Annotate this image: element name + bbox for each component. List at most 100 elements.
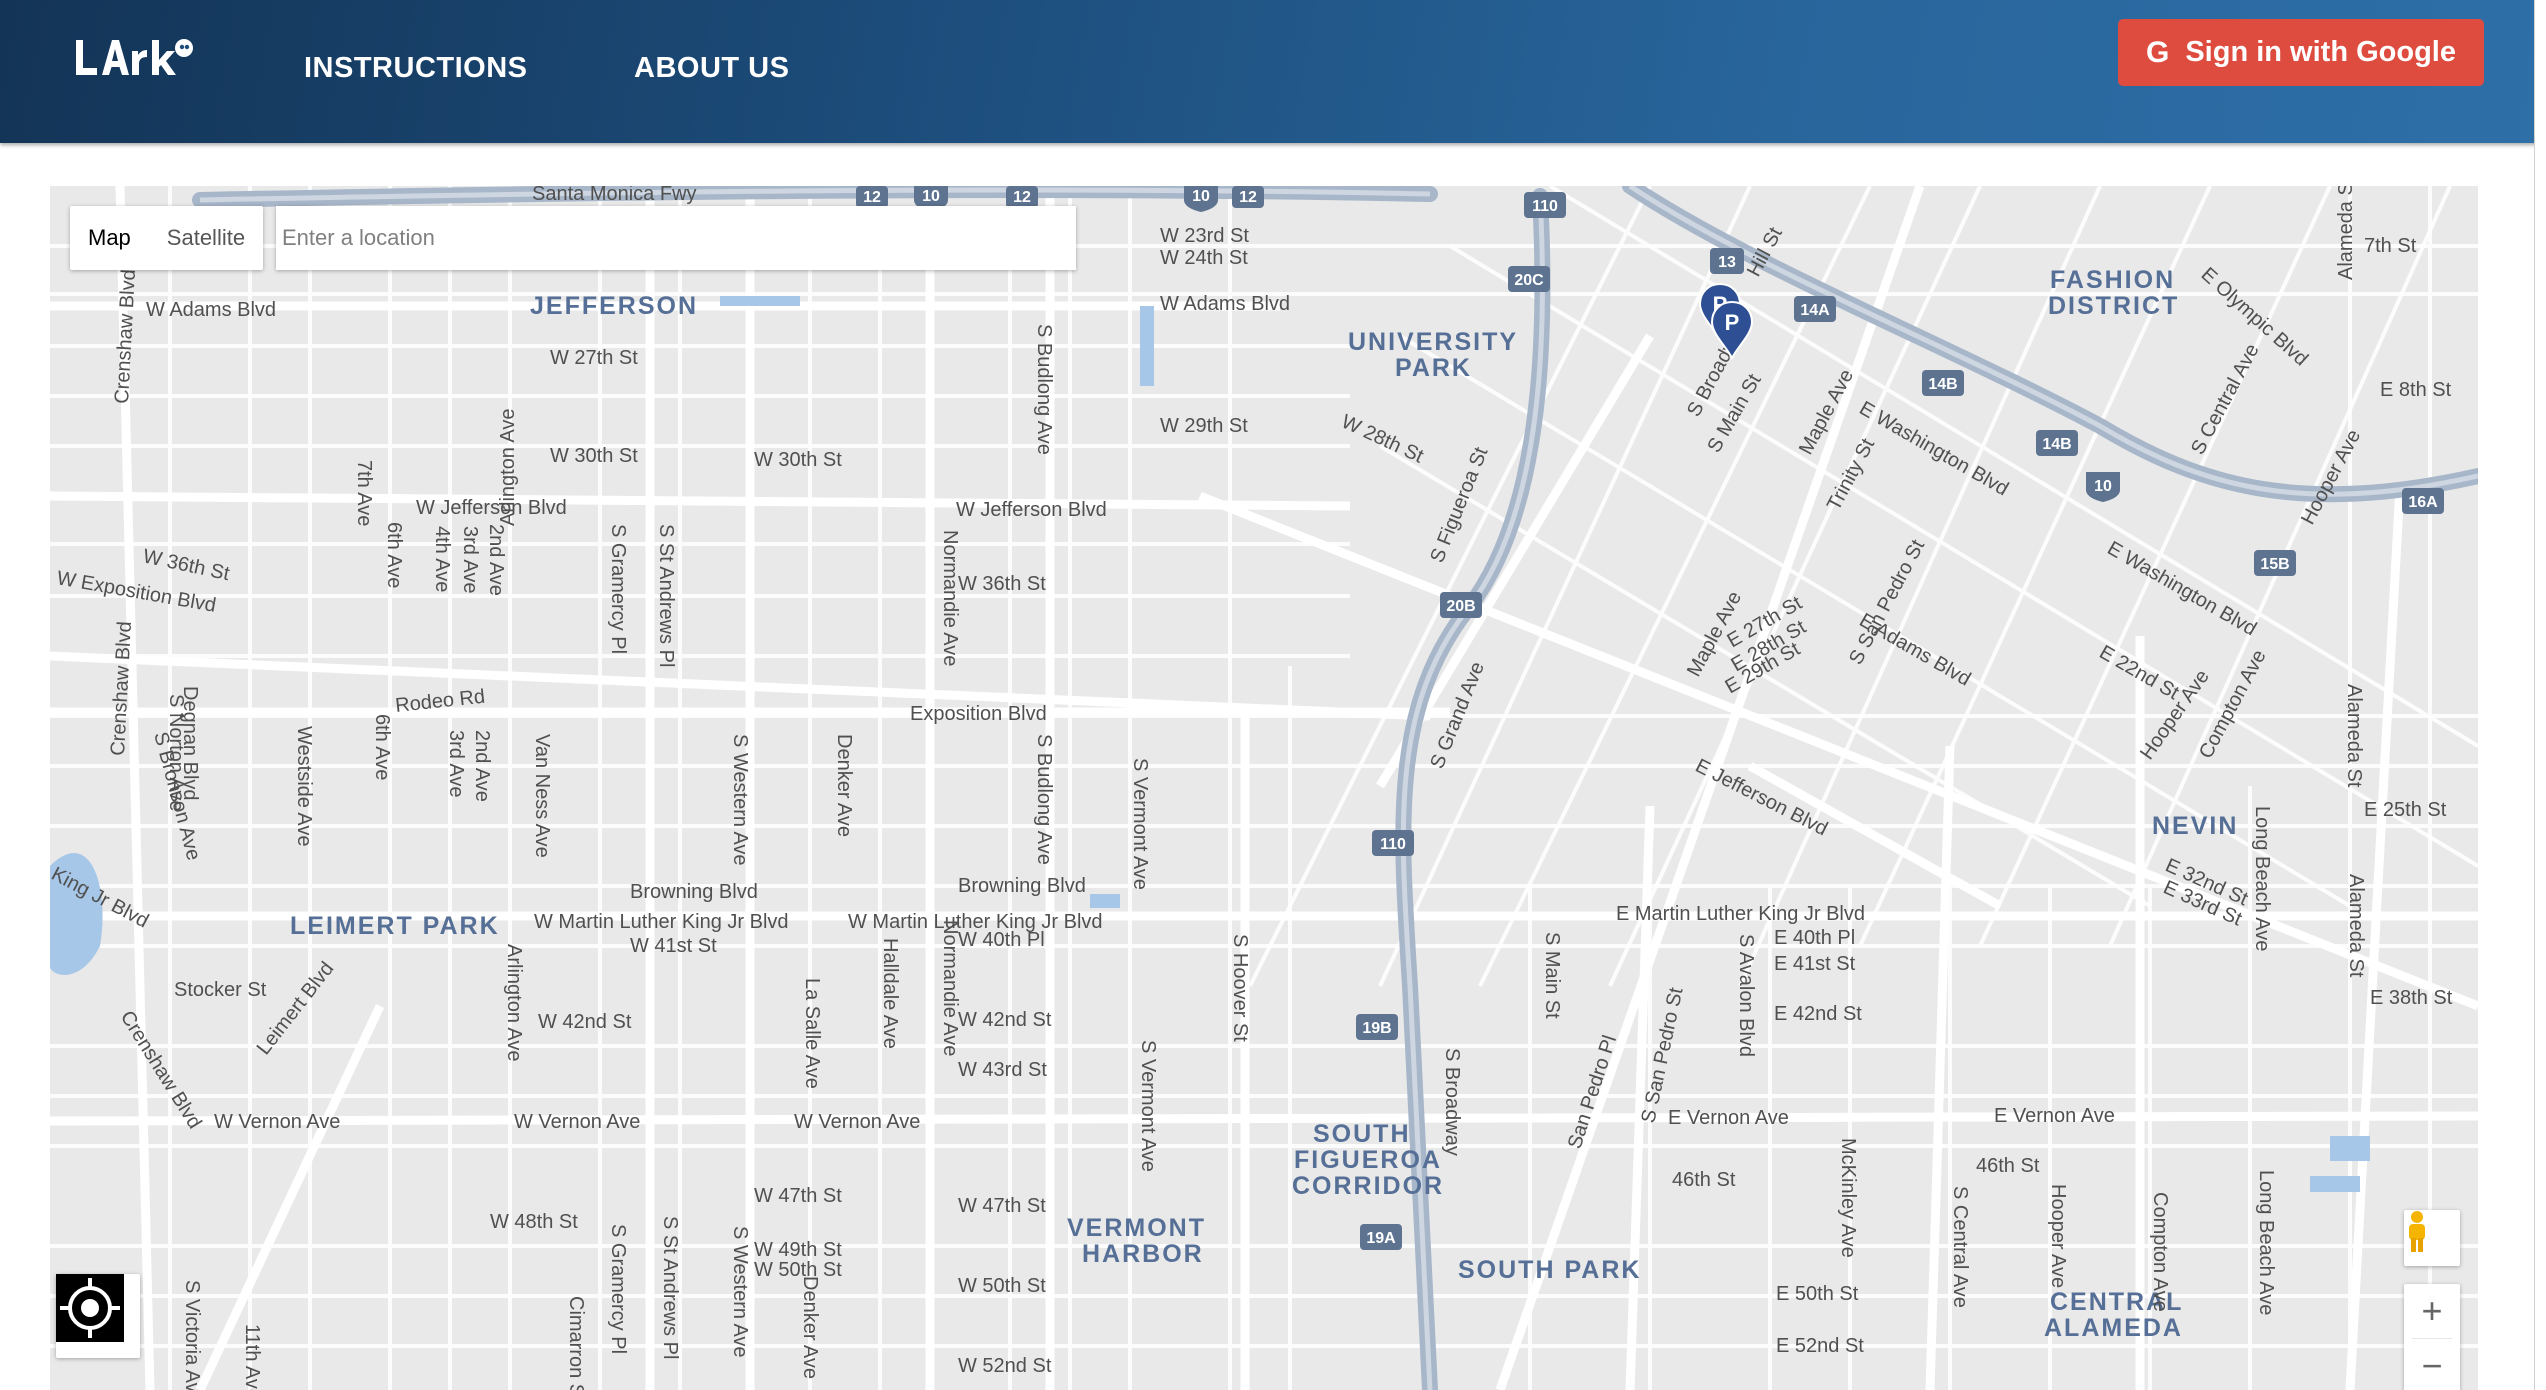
label-south-park: SOUTH PARK (1458, 1256, 1641, 1284)
svg-text:10: 10 (2094, 478, 2112, 495)
label-leimert-park: LEIMERT PARK (290, 912, 500, 940)
street-label: W 30th St (754, 449, 842, 471)
svg-text:19A: 19A (1366, 1230, 1396, 1247)
svg-text:19B: 19B (1362, 1020, 1391, 1037)
svg-text:16A: 16A (2408, 494, 2438, 511)
street-label: S Gramercy Pl (607, 1224, 629, 1354)
street-label: 3rd Ave (445, 730, 467, 797)
street-label: W 49th St (754, 1239, 842, 1261)
label-corridor: CORRIDOR (1292, 1172, 1444, 1200)
map-type-map-button[interactable]: Map (70, 206, 149, 270)
street-label: 6th Ave (371, 714, 393, 780)
street-label: Westside Ave (293, 726, 315, 846)
nav-about-us[interactable]: ABOUT US (634, 52, 789, 85)
svg-text:12: 12 (863, 189, 881, 206)
street-label: W 40th Pl (958, 929, 1045, 951)
street-label: W 52nd St (958, 1355, 1052, 1377)
street-label: W 36th St (958, 573, 1046, 595)
street-label: S Budlong Ave (1033, 734, 1055, 865)
street-label: S St Andrews Pl (655, 524, 677, 667)
label-district: DISTRICT (2048, 292, 2179, 320)
street-label: E Vernon Ave (1668, 1107, 1789, 1129)
street-label: Alameda St (2335, 186, 2357, 280)
zoom-in-button[interactable]: + (2404, 1284, 2460, 1338)
map-canvas[interactable]: JEFFERSON UNIVERSITY PARK FASHION DISTRI… (50, 186, 2478, 1390)
street-label: W 42nd St (538, 1011, 632, 1033)
street-label: S St Andrews Pl (659, 1216, 681, 1359)
street-label: Hooper Ave (2047, 1184, 2069, 1288)
street-label: Santa Monica Fwy (532, 186, 697, 205)
top-navbar: INSTRUCTIONS ABOUT US G Sign in with Goo… (0, 0, 2540, 143)
street-label: E 42nd St (1774, 1003, 1862, 1025)
sign-in-with-google-button[interactable]: G Sign in with Google (2118, 19, 2484, 86)
label-fashion: FASHION (2050, 266, 2175, 294)
map-tiles: JEFFERSON UNIVERSITY PARK FASHION DISTRI… (50, 186, 2478, 1390)
street-label: Denker Ave (833, 734, 855, 837)
street-label: E 41st St (1774, 953, 1856, 975)
street-label: Browning Blvd (958, 875, 1086, 897)
street-view-pegman[interactable] (2404, 1210, 2460, 1266)
svg-text:12: 12 (1013, 189, 1031, 206)
street-label: Browning Blvd (630, 881, 758, 903)
street-label: Exposition Blvd (910, 703, 1047, 725)
label-vermont: VERMONT (1067, 1214, 1206, 1242)
svg-text:110: 110 (1380, 836, 1406, 853)
street-label: W 47th St (754, 1185, 842, 1207)
label-nevin: NEVIN (2152, 812, 2238, 840)
street-label: W Jefferson Blvd (416, 497, 567, 519)
street-label: S Vermont Ave (1137, 1040, 1159, 1172)
svg-text:110: 110 (1532, 198, 1558, 215)
street-label: S Gramercy Pl (607, 524, 629, 654)
map-type-control: Map Satellite (70, 206, 264, 270)
street-label: S Budlong Ave (1033, 324, 1055, 455)
map-type-satellite-button[interactable]: Satellite (149, 206, 263, 270)
svg-text:20B: 20B (1446, 598, 1475, 615)
my-location-button[interactable] (56, 1274, 140, 1358)
street-label: McKinley Ave (1837, 1138, 1859, 1258)
street-label: 46th St (1672, 1169, 1736, 1191)
street-label: S Victoria Ave (181, 1280, 203, 1390)
street-label: W 48th St (490, 1211, 578, 1233)
street-label: E 40th Pl (1774, 927, 1855, 949)
street-label: S Western Ave (729, 734, 751, 866)
street-label: 2nd Ave (471, 730, 493, 802)
street-label: Compton Ave (2149, 1192, 2171, 1312)
street-label: La Salle Ave (801, 978, 823, 1089)
label-alameda: ALAMEDA (2044, 1314, 2183, 1342)
svg-text:14B: 14B (1928, 376, 1957, 393)
street-label: 6th Ave (383, 522, 405, 588)
label-university: UNIVERSITY (1348, 328, 1518, 356)
street-label: 2nd Ave (485, 524, 507, 596)
google-g-icon: G (2146, 35, 2170, 69)
crosshair-icon (56, 1274, 124, 1342)
street-label: Denker Ave (799, 1276, 821, 1379)
street-label: W 23rd St (1160, 225, 1249, 247)
street-label: Stocker St (174, 979, 267, 1001)
street-label: Long Beach Ave (2255, 1170, 2277, 1315)
street-label: W Jefferson Blvd (956, 499, 1107, 521)
nav-instructions[interactable]: INSTRUCTIONS (304, 52, 528, 85)
page-scrollbar[interactable] (2534, 0, 2546, 1390)
zoom-control: + − (2404, 1284, 2460, 1390)
street-label: Arlington Ave (497, 409, 519, 527)
location-search-input[interactable] (276, 206, 1076, 270)
street-label: 46th St (1976, 1155, 2040, 1177)
street-label: Normandie Ave (939, 530, 961, 666)
street-label: W Vernon Ave (214, 1111, 340, 1133)
street-label: S Vermont Ave (1129, 758, 1151, 890)
label-jefferson: JEFFERSON (530, 292, 698, 320)
street-label: W 42nd St (958, 1009, 1052, 1031)
svg-text:10: 10 (922, 188, 940, 205)
street-label: 4th Ave (431, 526, 453, 592)
label-harbor: HARBOR (1082, 1240, 1204, 1268)
svg-text:12: 12 (1239, 189, 1257, 206)
street-label: E 8th St (2380, 379, 2452, 401)
street-label: E 25th St (2364, 799, 2447, 821)
svg-text:13: 13 (1718, 254, 1736, 271)
street-label: Arlington Ave (503, 944, 525, 1062)
street-label: W 29th St (1160, 415, 1248, 437)
street-label: S Hoover St (1229, 934, 1251, 1042)
lark-logo[interactable] (72, 34, 198, 82)
sign-in-label: Sign in with Google (2185, 36, 2456, 68)
zoom-out-button[interactable]: − (2404, 1339, 2460, 1390)
